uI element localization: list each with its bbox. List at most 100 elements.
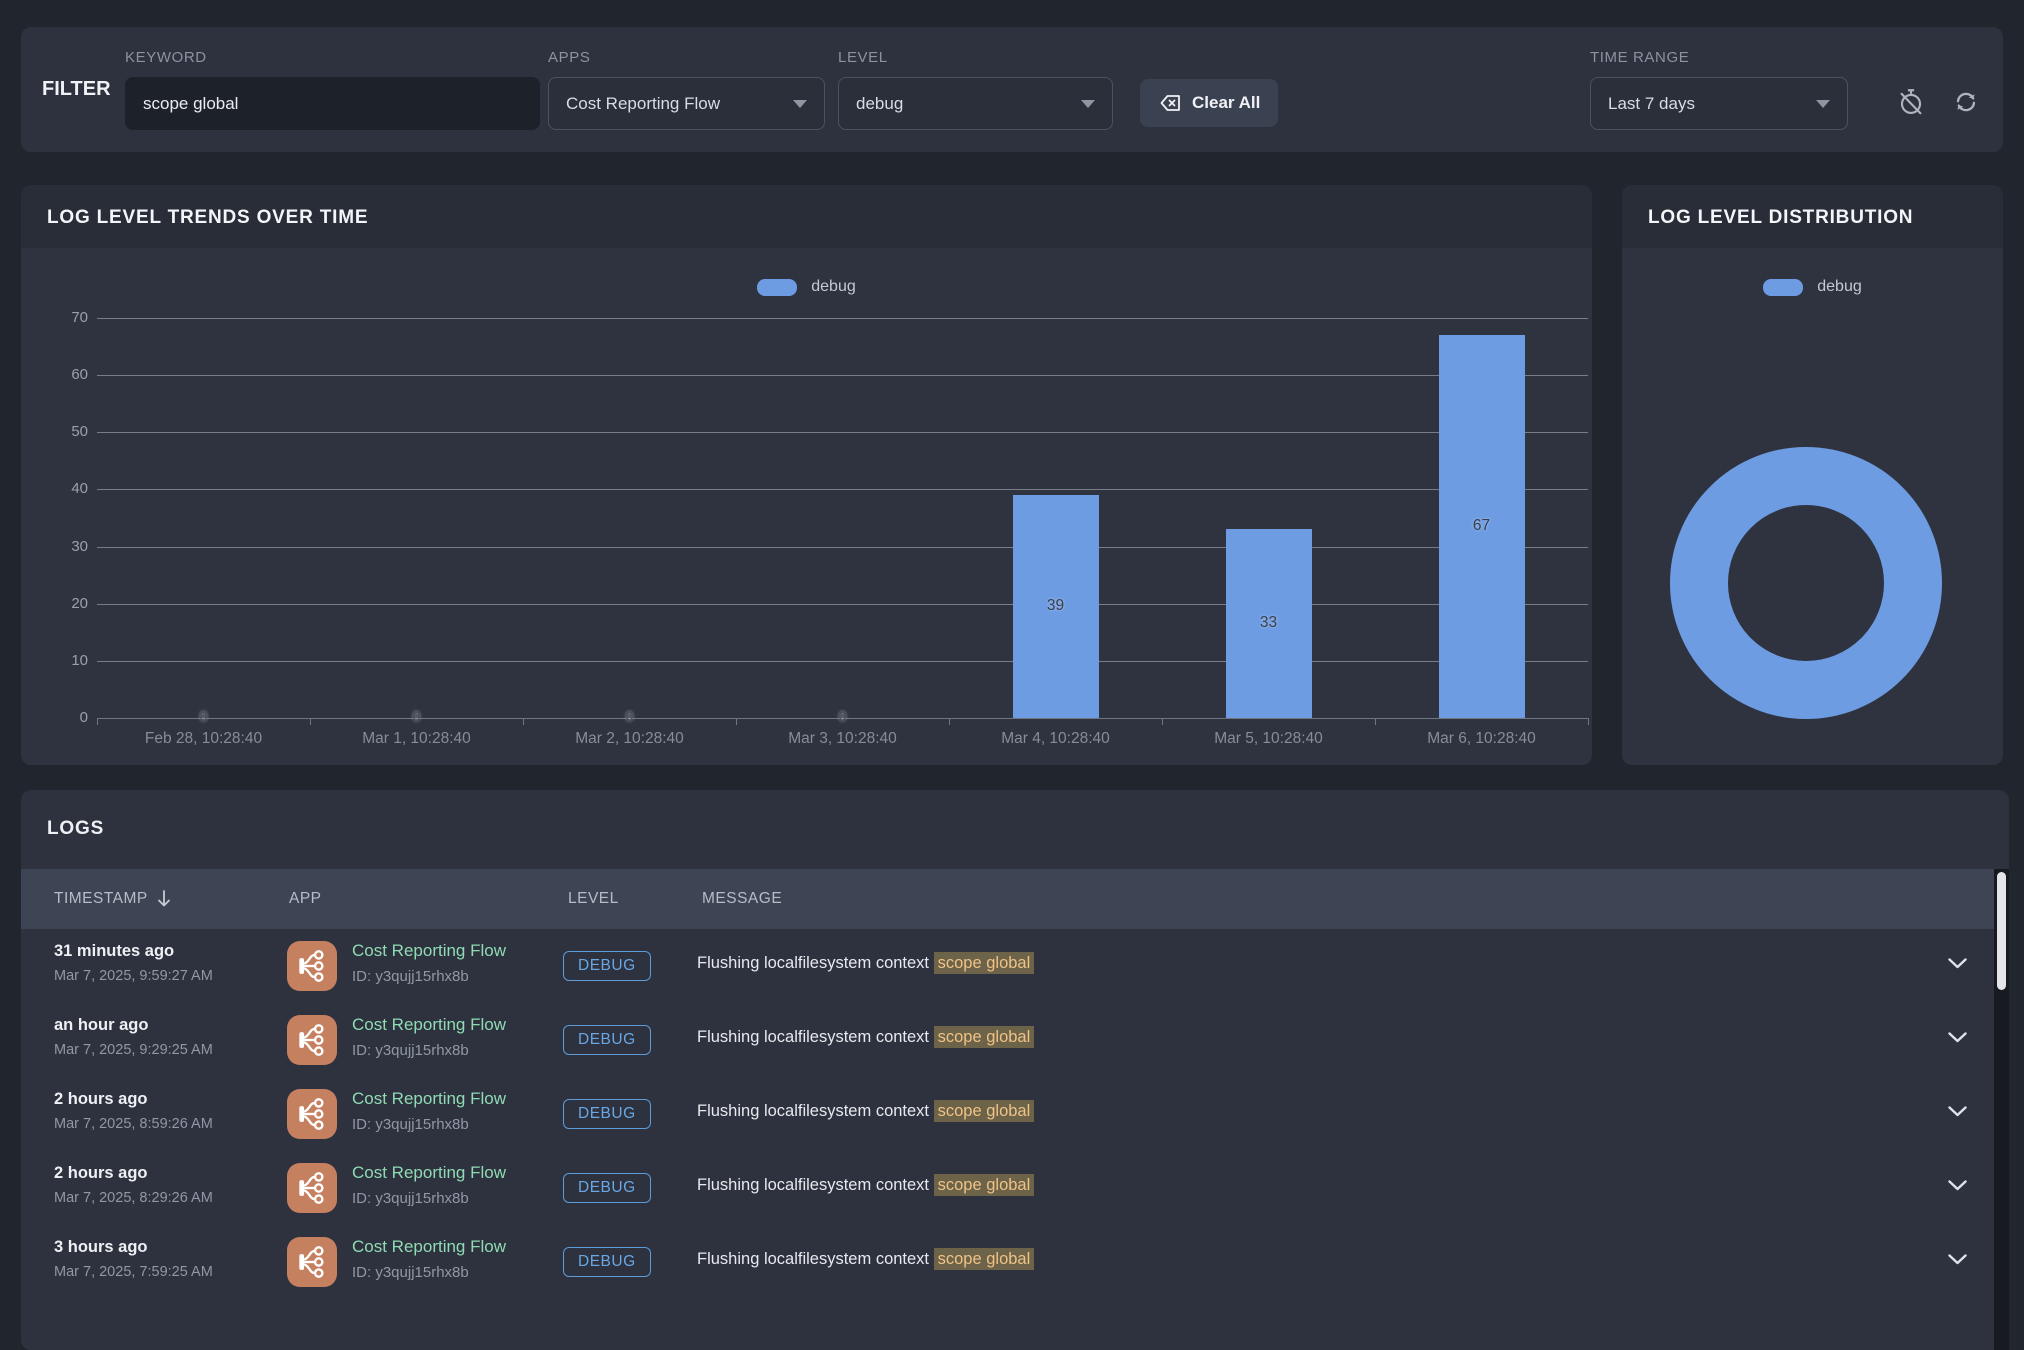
- refresh-icon: [1951, 87, 1981, 117]
- log-app-name[interactable]: Cost Reporting Flow: [352, 941, 506, 961]
- log-app-name[interactable]: Cost Reporting Flow: [352, 1237, 506, 1257]
- expand-row-button[interactable]: [1948, 1031, 1967, 1046]
- apps-label: APPS: [548, 49, 590, 66]
- log-relative-time: 2 hours ago: [54, 1164, 148, 1183]
- log-relative-time: 31 minutes ago: [54, 942, 174, 961]
- x-axis-tick: [949, 718, 950, 725]
- log-timestamp: Mar 7, 2025, 7:59:25 AM: [54, 1264, 213, 1280]
- time-range-selected-value: Last 7 days: [1608, 94, 1695, 114]
- gridline: [97, 661, 1588, 662]
- log-app-id: ID: y3qujj15rhx8b: [352, 1190, 469, 1207]
- clear-all-label: Clear All: [1192, 93, 1260, 113]
- x-axis-tick: [736, 718, 737, 725]
- apps-selected-value: Cost Reporting Flow: [566, 94, 720, 114]
- x-axis-tick: [97, 718, 98, 725]
- x-axis-tick: [310, 718, 311, 725]
- workflow-icon: [293, 947, 331, 985]
- legend-swatch: [1763, 279, 1803, 296]
- chevron-down-icon: [1948, 958, 1967, 969]
- chevron-down-icon: [793, 100, 807, 108]
- app-avatar: [287, 1015, 337, 1065]
- trends-panel: LOG LEVEL TRENDS OVER TIME debug 0102030…: [21, 185, 1592, 765]
- log-message-highlight: scope global: [934, 1248, 1035, 1270]
- y-axis-tick-label: 0: [21, 709, 88, 726]
- logs-scrollbar-track[interactable]: [1994, 869, 2009, 1350]
- time-range-select[interactable]: Last 7 days: [1590, 77, 1848, 130]
- log-app-name[interactable]: Cost Reporting Flow: [352, 1163, 506, 1183]
- log-timestamp: Mar 7, 2025, 9:29:25 AM: [54, 1042, 213, 1058]
- y-axis-tick-label: 50: [21, 423, 88, 440]
- distribution-legend-item[interactable]: debug: [1622, 278, 2003, 296]
- workflow-icon: [293, 1095, 331, 1133]
- keyword-input[interactable]: scope global: [125, 77, 540, 130]
- x-axis-category-label: Mar 3, 10:28:40: [736, 730, 949, 748]
- refresh-button[interactable]: [1948, 84, 1984, 120]
- column-header-timestamp[interactable]: TIMESTAMP: [54, 869, 172, 929]
- chevron-down-icon: [1948, 1032, 1967, 1043]
- x-axis-category-label: Feb 28, 10:28:40: [97, 730, 310, 748]
- workflow-icon: [293, 1021, 331, 1059]
- trends-legend-item[interactable]: debug: [21, 278, 1592, 296]
- bar-value-label: 0: [404, 709, 430, 724]
- log-level-badge: DEBUG: [563, 1247, 651, 1277]
- gridline: [97, 318, 1588, 319]
- log-row[interactable]: 2 hours ago Mar 7, 2025, 8:59:26 AM Cost…: [21, 1077, 1994, 1151]
- log-row[interactable]: 31 minutes ago Mar 7, 2025, 9:59:27 AM C…: [21, 929, 1994, 1003]
- log-timestamp: Mar 7, 2025, 9:59:27 AM: [54, 968, 213, 984]
- column-header-message[interactable]: MESSAGE: [702, 869, 782, 929]
- sort-arrow-down-icon: [156, 890, 172, 908]
- expand-row-button[interactable]: [1948, 1253, 1967, 1268]
- log-row[interactable]: an hour ago Mar 7, 2025, 9:29:25 AM Cost…: [21, 1003, 1994, 1077]
- bar-value-label: 0: [191, 709, 217, 724]
- x-axis-tick: [1162, 718, 1163, 725]
- log-message: Flushing localfilesystem context scope g…: [697, 1102, 1034, 1121]
- log-app-id: ID: y3qujj15rhx8b: [352, 1042, 469, 1059]
- column-header-app[interactable]: APP: [289, 869, 322, 929]
- x-axis-category-label: Mar 5, 10:28:40: [1162, 730, 1375, 748]
- legend-label: debug: [811, 278, 856, 296]
- expand-row-button[interactable]: [1948, 1105, 1967, 1120]
- gridline: [97, 604, 1588, 605]
- log-app-name[interactable]: Cost Reporting Flow: [352, 1015, 506, 1035]
- app-avatar: [287, 941, 337, 991]
- expand-row-button[interactable]: [1948, 957, 1967, 972]
- chevron-down-icon: [1948, 1106, 1967, 1117]
- apps-select[interactable]: Cost Reporting Flow: [548, 77, 825, 130]
- x-axis-category-label: Mar 2, 10:28:40: [523, 730, 736, 748]
- y-axis-tick-label: 30: [21, 538, 88, 555]
- auto-refresh-off-button[interactable]: [1893, 84, 1929, 120]
- bar-value-label: 0: [617, 709, 643, 724]
- y-axis-tick-label: 60: [21, 366, 88, 383]
- clear-all-button[interactable]: Clear All: [1140, 79, 1278, 127]
- chevron-down-icon: [1948, 1254, 1967, 1265]
- log-app-id: ID: y3qujj15rhx8b: [352, 1264, 469, 1281]
- log-app-name[interactable]: Cost Reporting Flow: [352, 1089, 506, 1109]
- column-header-level[interactable]: LEVEL: [568, 869, 619, 929]
- log-timestamp: Mar 7, 2025, 8:59:26 AM: [54, 1116, 213, 1132]
- log-message-text: Flushing localfilesystem context: [697, 1250, 934, 1268]
- log-row[interactable]: 3 hours ago Mar 7, 2025, 7:59:25 AM Cost…: [21, 1225, 1994, 1299]
- log-relative-time: 3 hours ago: [54, 1238, 148, 1257]
- y-axis-tick-label: 10: [21, 652, 88, 669]
- x-axis-category-label: Mar 4, 10:28:40: [949, 730, 1162, 748]
- expand-row-button[interactable]: [1948, 1179, 1967, 1194]
- log-message-highlight: scope global: [934, 1100, 1035, 1122]
- chevron-down-icon: [1948, 1180, 1967, 1191]
- bar-value-label: 33: [1226, 614, 1312, 632]
- log-message-highlight: scope global: [934, 952, 1035, 974]
- log-message: Flushing localfilesystem context scope g…: [697, 1250, 1034, 1269]
- workflow-icon: [293, 1243, 331, 1281]
- level-selected-value: debug: [856, 94, 903, 114]
- app-avatar: [287, 1163, 337, 1213]
- log-row[interactable]: 2 hours ago Mar 7, 2025, 8:29:26 AM Cost…: [21, 1151, 1994, 1225]
- legend-label: debug: [1817, 278, 1862, 296]
- level-select[interactable]: debug: [838, 77, 1113, 130]
- log-message: Flushing localfilesystem context scope g…: [697, 1176, 1034, 1195]
- bar-value-label: 39: [1013, 597, 1099, 615]
- x-axis-tick: [1588, 718, 1589, 725]
- chevron-down-icon: [1816, 100, 1830, 108]
- logs-scrollbar-thumb[interactable]: [1997, 872, 2006, 990]
- x-axis-tick: [523, 718, 524, 725]
- y-axis-tick-label: 70: [21, 309, 88, 326]
- log-relative-time: 2 hours ago: [54, 1090, 148, 1109]
